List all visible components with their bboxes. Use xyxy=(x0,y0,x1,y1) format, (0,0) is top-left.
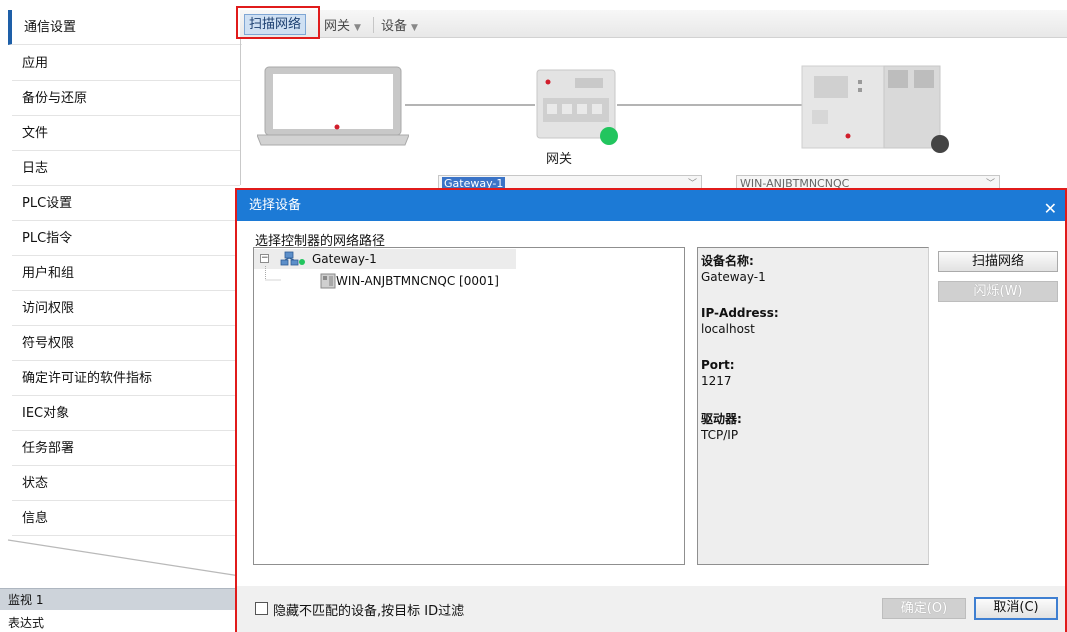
ip-address-value: localhost xyxy=(701,322,755,336)
sidebar: 通信设置 应用 备份与还原 文件 日志 PLC设置 PLC指令 用户和组 访问权… xyxy=(0,0,242,560)
tree-node-gateway-label: Gateway-1 xyxy=(312,252,377,266)
sidebar-item-users-groups[interactable]: 用户和组 xyxy=(12,256,240,291)
sidebar-item-symbol-rights[interactable]: 符号权限 xyxy=(12,326,240,361)
port-key: Port: xyxy=(701,358,735,372)
sidebar-item-task-deployment[interactable]: 任务部署 xyxy=(12,431,240,466)
ok-button[interactable]: 确定(O) xyxy=(882,598,966,619)
device-name-key: 设备名称: xyxy=(701,254,754,268)
wink-button[interactable]: 闪烁(W) xyxy=(938,281,1058,302)
sidebar-item-plc-commands[interactable]: PLC指令 xyxy=(12,221,240,256)
toolbar-separator xyxy=(373,17,374,33)
port-value: 1217 xyxy=(701,374,732,388)
sidebar-item-files[interactable]: 文件 xyxy=(12,116,240,151)
toolbar: 扫描网络 网关 ▼ 设备 ▼ xyxy=(236,6,1067,39)
dialog-title-bar: 选择设备 ✕ xyxy=(237,190,1065,221)
driver-key: 驱动器: xyxy=(701,412,742,426)
dialog-title: 选择设备 xyxy=(249,198,302,213)
tree-node-plc-label: WIN-ANJBTMNCNQC [0001] xyxy=(336,274,499,288)
device-menu[interactable]: 设备 ▼ xyxy=(381,15,418,34)
sidebar-tail-shape xyxy=(7,539,241,577)
chevron-down-icon: ▼ xyxy=(354,23,361,33)
device-status-dot xyxy=(931,135,949,153)
hide-mismatched-label: 隐藏不匹配的设备,按目标 ID过滤 xyxy=(273,604,465,619)
sidebar-item-application[interactable]: 应用 xyxy=(12,46,240,81)
select-device-dialog: 选择设备 ✕ 选择控制器的网络路径 − Gateway-1 WIN-ANJBTM… xyxy=(235,188,1067,632)
sidebar-item-plc-settings[interactable]: PLC设置 xyxy=(12,186,240,221)
ip-address-key: IP-Address: xyxy=(701,306,779,320)
network-diagram: 网关 Gateway-1 ﹀ WIN-ANJBTMNCNQC ﹀ xyxy=(242,40,1067,193)
hide-mismatched-checkbox[interactable] xyxy=(255,602,268,615)
gateway-menu[interactable]: 网关 ▼ xyxy=(324,15,361,34)
scan-network-button[interactable]: 扫描网络 xyxy=(244,14,307,35)
tree-guide-line xyxy=(254,270,255,290)
computer-icon[interactable] xyxy=(257,65,409,147)
driver-value: TCP/IP xyxy=(701,428,739,442)
watch-tab[interactable]: 监视 1 xyxy=(0,588,240,610)
scan-network-dialog-button[interactable]: 扫描网络 xyxy=(938,251,1058,272)
collapse-icon[interactable]: − xyxy=(260,254,269,263)
gateway-online-dot xyxy=(299,259,305,265)
expression-column-header: 表达式 xyxy=(8,616,45,630)
gateway-device-icon[interactable] xyxy=(535,68,625,146)
tree-guide-line xyxy=(265,266,281,281)
device-name-value: Gateway-1 xyxy=(701,270,766,284)
connection-line xyxy=(617,104,802,106)
gateway-icon xyxy=(280,251,305,266)
gateway-status-dot xyxy=(600,127,618,145)
device-menu-label: 设备 xyxy=(381,19,408,34)
device-tree: − Gateway-1 WIN-ANJBTMNCNQC [0001] xyxy=(253,247,685,565)
close-icon[interactable]: ✕ xyxy=(1044,193,1057,224)
plc-device-icon[interactable] xyxy=(800,62,960,158)
plc-device-icon xyxy=(320,273,336,289)
sidebar-item-comm-settings[interactable]: 通信设置 xyxy=(8,10,242,45)
gateway-label: 网关 xyxy=(546,152,573,167)
device-info-panel: 设备名称: Gateway-1 IP-Address: localhost Po… xyxy=(697,247,929,565)
sidebar-item-status[interactable]: 状态 xyxy=(12,466,240,501)
gateway-menu-label: 网关 xyxy=(324,19,351,34)
connection-line xyxy=(405,104,535,106)
sidebar-item-iec-objects[interactable]: IEC对象 xyxy=(12,396,240,431)
sidebar-item-access-rights[interactable]: 访问权限 xyxy=(12,291,240,326)
sidebar-item-license-metrics[interactable]: 确定许可证的软件指标 xyxy=(12,361,240,396)
chevron-down-icon: ▼ xyxy=(411,23,418,33)
cancel-button[interactable]: 取消(C) xyxy=(974,597,1058,620)
sidebar-item-backup-restore[interactable]: 备份与还原 xyxy=(12,81,240,116)
sidebar-item-log[interactable]: 日志 xyxy=(12,151,240,186)
